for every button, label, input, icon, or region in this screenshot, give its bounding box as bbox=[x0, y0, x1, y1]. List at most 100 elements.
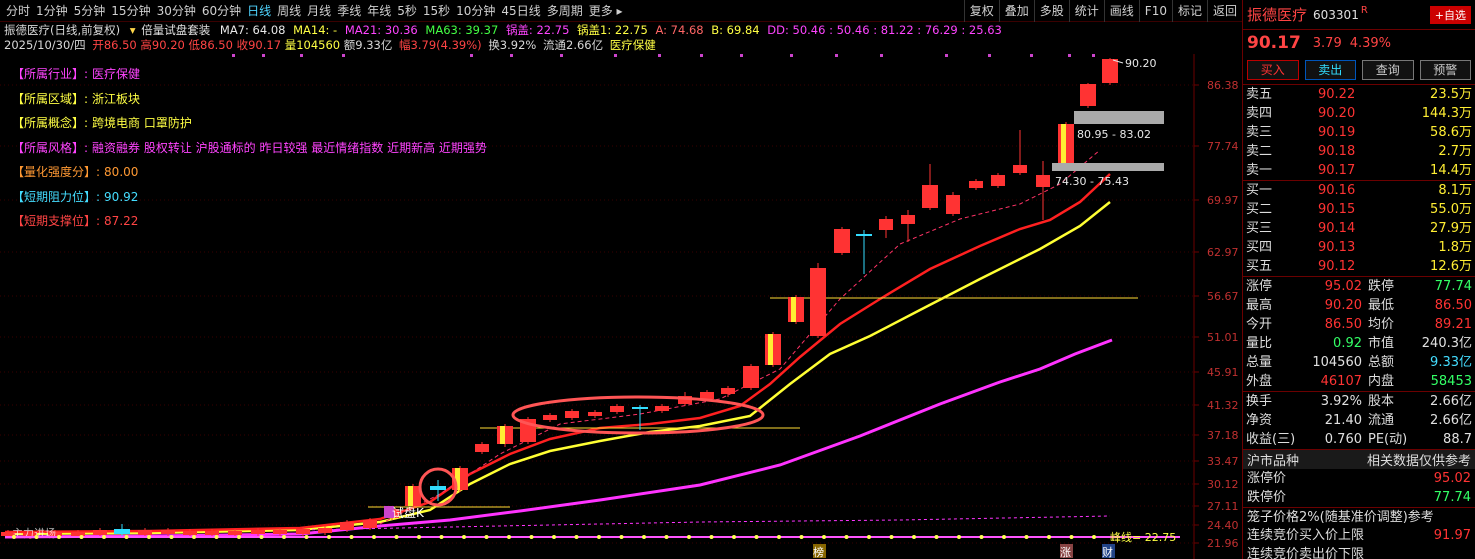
tool-button[interactable]: 画线 bbox=[1103, 0, 1139, 22]
book-row[interactable]: 卖三 90.19 58.6万 bbox=[1243, 123, 1475, 142]
candle-doji bbox=[114, 529, 130, 534]
book-row[interactable]: 买四 90.13 1.8万 bbox=[1243, 238, 1475, 257]
timeframe-tab[interactable]: 45日线 bbox=[498, 0, 543, 22]
tool-button[interactable]: 多股 bbox=[1033, 0, 1069, 22]
current-price: 90.17 bbox=[1247, 33, 1301, 53]
book-row[interactable]: 买二 90.15 55.0万 bbox=[1243, 200, 1475, 219]
trade-button[interactable]: 买入 bbox=[1247, 60, 1299, 80]
timeframe-tab[interactable]: 5秒 bbox=[394, 0, 420, 22]
timeframe-tab[interactable]: 更多 ▸ bbox=[586, 0, 626, 22]
timeframe-tab[interactable]: 15秒 bbox=[420, 0, 453, 22]
book-row[interactable]: 买五 90.12 12.6万 bbox=[1243, 257, 1475, 276]
baseline-dot bbox=[349, 535, 354, 539]
baseline-dot bbox=[259, 535, 264, 539]
tag-row: 【所属区域】: 浙江板块 bbox=[12, 87, 487, 112]
baseline-dot bbox=[79, 535, 84, 539]
bar-amount: 额9.33亿 bbox=[343, 38, 393, 52]
timeframe-tab[interactable]: 日线 bbox=[244, 0, 274, 22]
candle-body bbox=[205, 531, 219, 535]
bar-date: 2025/10/30/四 bbox=[4, 38, 86, 52]
stat-value: 9.33亿 bbox=[1430, 355, 1472, 370]
tool-button[interactable]: 统计 bbox=[1068, 0, 1104, 22]
stat-key: 量比 bbox=[1246, 336, 1273, 351]
candle-body bbox=[251, 530, 265, 534]
timeframe-tab[interactable]: 30分钟 bbox=[154, 0, 199, 22]
tag-row: 【所属风格】: 融资融券 股权转让 沪股通标的 昨日较强 最近情绪指数 近期新高 … bbox=[12, 136, 487, 161]
baseline-dot bbox=[844, 535, 849, 539]
zone2-label: 74.30 - 75.43 bbox=[1055, 175, 1129, 188]
candle-body bbox=[810, 268, 826, 336]
tag-row: 【短期支撑位】: 87.22 bbox=[12, 209, 487, 234]
baseline-dot bbox=[574, 535, 579, 539]
bar-amplitude: 幅3.79(4.39%) bbox=[399, 38, 482, 52]
ma63-value: MA63: 39.37 bbox=[425, 23, 499, 37]
timeframe-tab[interactable]: 60分钟 bbox=[199, 0, 244, 22]
bar-turnover: 换3.92% bbox=[488, 38, 537, 52]
book-row[interactable]: 卖一 90.17 14.4万 bbox=[1243, 161, 1475, 180]
bar-info-line: 2025/10/30/四 开86.50 高90.20 低86.50 收90.17… bbox=[4, 38, 656, 53]
cage-label: 笼子价格2%(随基准价调整)参考 bbox=[1247, 510, 1434, 525]
stat-key: 流通 bbox=[1368, 413, 1395, 428]
book-row[interactable]: 卖四 90.20 144.3万 bbox=[1243, 104, 1475, 123]
timeframe-tab[interactable]: 多周期 bbox=[544, 0, 586, 22]
candle-body bbox=[969, 181, 983, 188]
timeframe-tab[interactable]: 5分钟 bbox=[71, 0, 109, 22]
baseline-dot bbox=[552, 535, 556, 539]
indicator-name[interactable]: 倍量试盘套装 bbox=[141, 23, 210, 37]
signal-dot bbox=[510, 54, 513, 57]
add-watchlist-button[interactable]: +自选 bbox=[1429, 5, 1471, 24]
book-row[interactable]: 卖二 90.18 2.7万 bbox=[1243, 142, 1475, 161]
baseline-dot bbox=[372, 535, 376, 539]
book-row[interactable]: 卖五 90.22 23.5万 bbox=[1243, 85, 1475, 104]
price-axis-label: 69.97 bbox=[1207, 194, 1239, 207]
timeframe-tab[interactable]: 月线 bbox=[304, 0, 334, 22]
dd-value: DD: 50.46 : 50.46 : 81.22 : 76.29 : 25.6… bbox=[767, 23, 1002, 37]
tag-value: 80.00 bbox=[104, 165, 139, 179]
candle-body bbox=[565, 411, 579, 418]
timeframe-tab[interactable]: 周线 bbox=[274, 0, 304, 22]
baseline-dot bbox=[979, 535, 984, 539]
stat-key: 净资 bbox=[1246, 413, 1273, 428]
timeframe-tab[interactable]: 分时 bbox=[3, 0, 33, 22]
book-row[interactable]: 买三 90.14 27.9万 bbox=[1243, 219, 1475, 238]
book-volume: 58.6万 bbox=[1430, 125, 1472, 140]
baseline-dot bbox=[12, 535, 16, 539]
signal-dot bbox=[1068, 54, 1071, 57]
stat-value: 46107 bbox=[1320, 374, 1362, 389]
tool-button[interactable]: 标记 bbox=[1171, 0, 1207, 22]
tool-button[interactable]: 返回 bbox=[1206, 0, 1242, 22]
trade-button[interactable]: 卖出 bbox=[1304, 60, 1356, 80]
cage-row: 笼子价格2%(随基准价调整)参考 bbox=[1243, 507, 1475, 526]
bottom-mark-cai-label: 财 bbox=[1102, 545, 1113, 559]
candle-yellow-band bbox=[768, 334, 773, 365]
timeframe-tab[interactable]: 1分钟 bbox=[33, 0, 71, 22]
book-row[interactable]: 买一 90.16 8.1万 bbox=[1243, 181, 1475, 200]
a-value: A: 74.68 bbox=[655, 23, 704, 37]
stat-row: 净资 21.40 流通 2.66亿 bbox=[1243, 411, 1475, 430]
timeframe-tab[interactable]: 10分钟 bbox=[453, 0, 498, 22]
baseline-dot bbox=[597, 535, 601, 539]
candle-body bbox=[721, 388, 735, 394]
baseline-dot bbox=[664, 535, 669, 539]
timeframe-tab[interactable]: 15分钟 bbox=[108, 0, 153, 22]
candle-body bbox=[655, 406, 669, 411]
dropdown-icon[interactable]: ▾ bbox=[130, 23, 136, 37]
book-price: 90.16 bbox=[1318, 183, 1356, 198]
tool-button[interactable]: 复权 bbox=[963, 0, 999, 22]
top-signal-dots bbox=[232, 54, 1095, 57]
signal-dot bbox=[262, 54, 265, 57]
market-label: 沪市品种 bbox=[1247, 454, 1300, 469]
tag-value: 浙江板块 bbox=[92, 91, 141, 106]
trade-button[interactable]: 查询 bbox=[1362, 60, 1414, 80]
trade-button[interactable]: 预警 bbox=[1419, 60, 1471, 80]
tool-button[interactable]: F10 bbox=[1138, 0, 1172, 22]
timeframe-tab[interactable]: 季线 bbox=[334, 0, 364, 22]
stat-value: 58453 bbox=[1430, 374, 1472, 389]
tag-value: 医疗保健 bbox=[92, 67, 141, 81]
baseline-dot bbox=[957, 535, 961, 539]
timeframe-tab[interactable]: 年线 bbox=[364, 0, 394, 22]
tool-button[interactable]: 叠加 bbox=[998, 0, 1034, 22]
baseline-dot bbox=[102, 535, 106, 539]
ma7-value: MA7: 64.08 bbox=[219, 23, 286, 37]
auction-buy-value: 91.97 bbox=[1433, 528, 1471, 543]
